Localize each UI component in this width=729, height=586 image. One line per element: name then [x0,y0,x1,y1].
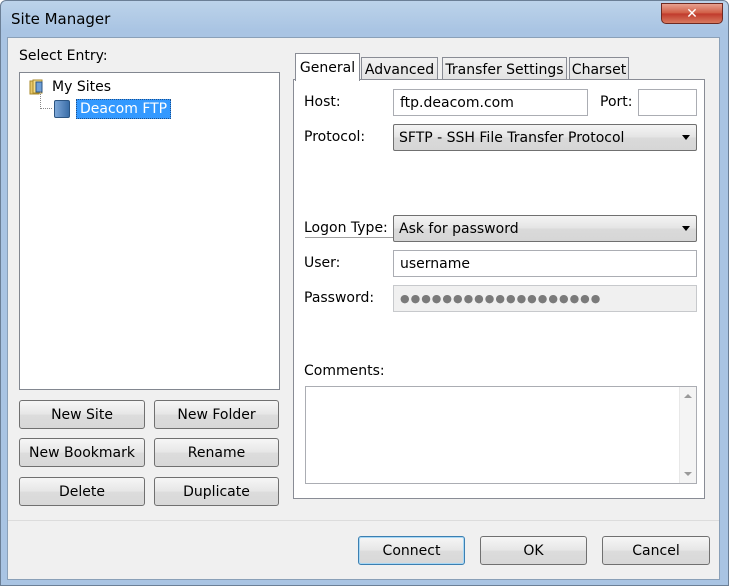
tree-connector [40,108,52,109]
comments-textarea[interactable] [305,386,697,484]
comments-scrollbar[interactable] [679,387,696,483]
chevron-down-icon [682,226,690,231]
bottom-separator [8,520,719,521]
window-title: Site Manager [11,10,111,28]
new-folder-button[interactable]: New Folder [154,400,279,429]
protocol-label: Protocol: [304,129,366,145]
port-label: Port: [600,94,633,110]
tab-advanced[interactable]: Advanced [361,57,438,81]
close-button[interactable]: ✕ [661,3,723,24]
new-site-button[interactable]: New Site [19,400,145,429]
select-entry-label: Select Entry: [19,48,108,64]
close-icon: ✕ [686,5,698,22]
folder-icon [28,78,46,96]
scroll-down-icon[interactable] [684,472,692,476]
port-input[interactable] [638,89,697,116]
rename-button[interactable]: Rename [154,438,279,467]
cancel-button[interactable]: Cancel [602,536,710,565]
tree-item-label: Deacom FTP [76,99,172,119]
user-input[interactable]: username [393,250,697,277]
site-manager-window: Site Manager ✕ Select Entry: My Sites De… [0,0,729,586]
title-bar[interactable]: Site Manager ✕ [1,1,728,37]
dialog-client-area: Select Entry: My Sites Deacom FTP New Si… [7,37,720,580]
duplicate-button[interactable]: Duplicate [154,477,279,506]
site-tree[interactable]: My Sites Deacom FTP [19,72,280,390]
user-label: User: [304,255,341,271]
logon-type-select[interactable]: Ask for password [393,215,697,242]
chevron-down-icon [682,135,690,140]
comments-label: Comments: [304,363,385,379]
tree-item-label: My Sites [52,79,111,95]
new-bookmark-button[interactable]: New Bookmark [19,438,145,467]
delete-button[interactable]: Delete [19,477,145,506]
tree-connector [40,91,41,109]
protocol-value: SFTP - SSH File Transfer Protocol [399,129,625,146]
general-tab-panel: Host: ftp.deacom.com Port: Protocol: SFT… [293,79,705,499]
tree-item-deacom-ftp[interactable]: Deacom FTP [54,99,172,119]
connect-button[interactable]: Connect [358,536,465,565]
tab-transfer-settings[interactable]: Transfer Settings [442,57,567,81]
scroll-up-icon[interactable] [684,394,692,398]
host-input[interactable]: ftp.deacom.com [393,89,588,116]
server-icon [54,100,70,118]
tab-general[interactable]: General [295,53,360,81]
password-label: Password: [304,290,375,306]
tab-charset[interactable]: Charset [569,57,629,81]
logon-type-value: Ask for password [399,220,519,237]
protocol-select[interactable]: SFTP - SSH File Transfer Protocol [393,124,697,151]
logon-type-label: Logon Type: [304,220,388,236]
password-input[interactable]: ●●●●●●●●●●●●●●●●●●● [393,285,697,312]
ok-button[interactable]: OK [480,536,587,565]
host-label: Host: [304,94,341,110]
